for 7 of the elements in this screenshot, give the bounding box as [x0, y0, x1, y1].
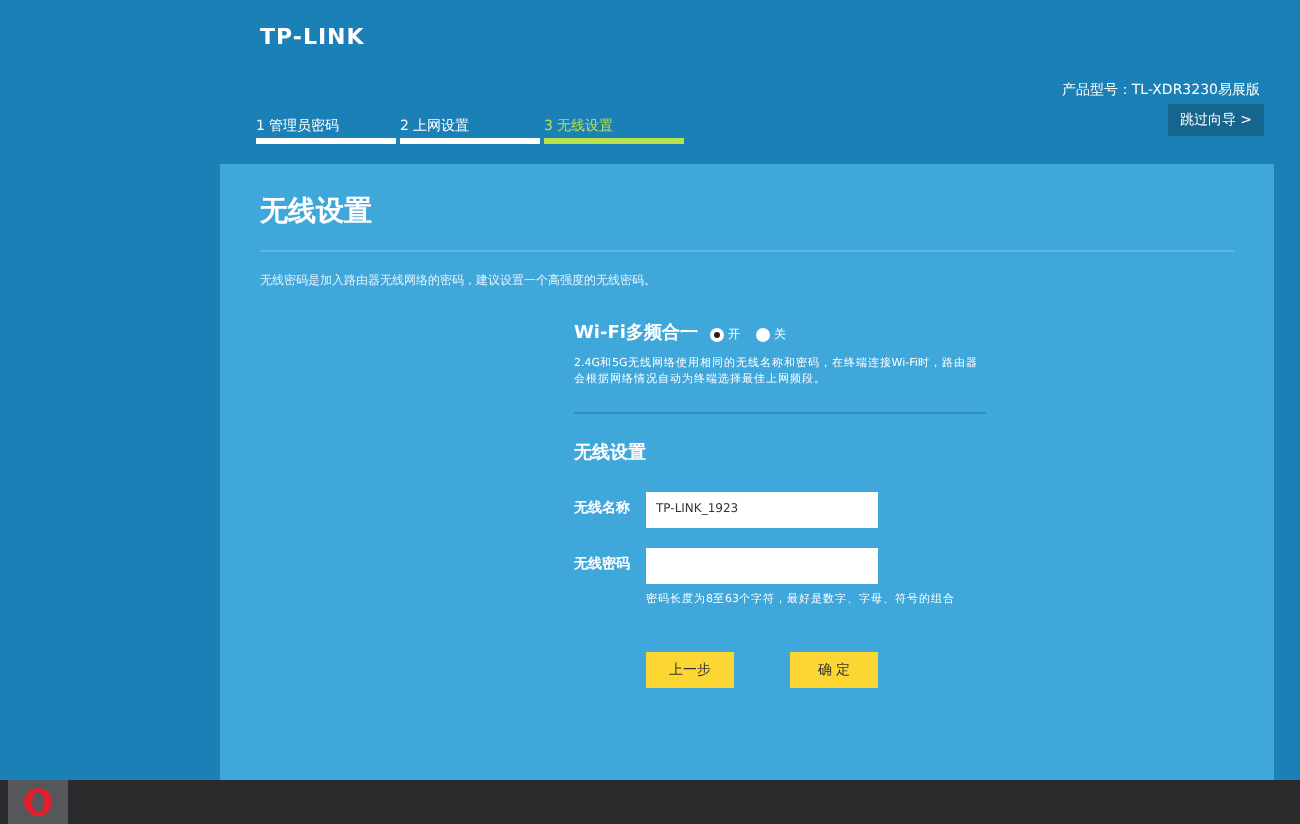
- taskbar-app[interactable]: [8, 780, 68, 824]
- multiband-label: Wi-Fi多频合一: [574, 322, 698, 348]
- input-field[interactable]: [646, 547, 878, 583]
- panel-title: 无线设置: [260, 192, 1234, 252]
- section-title: 无线设置: [574, 442, 648, 468]
- tp-link-logo: TP-LINK: [260, 22, 365, 54]
- browser-icon: [22, 786, 54, 818]
